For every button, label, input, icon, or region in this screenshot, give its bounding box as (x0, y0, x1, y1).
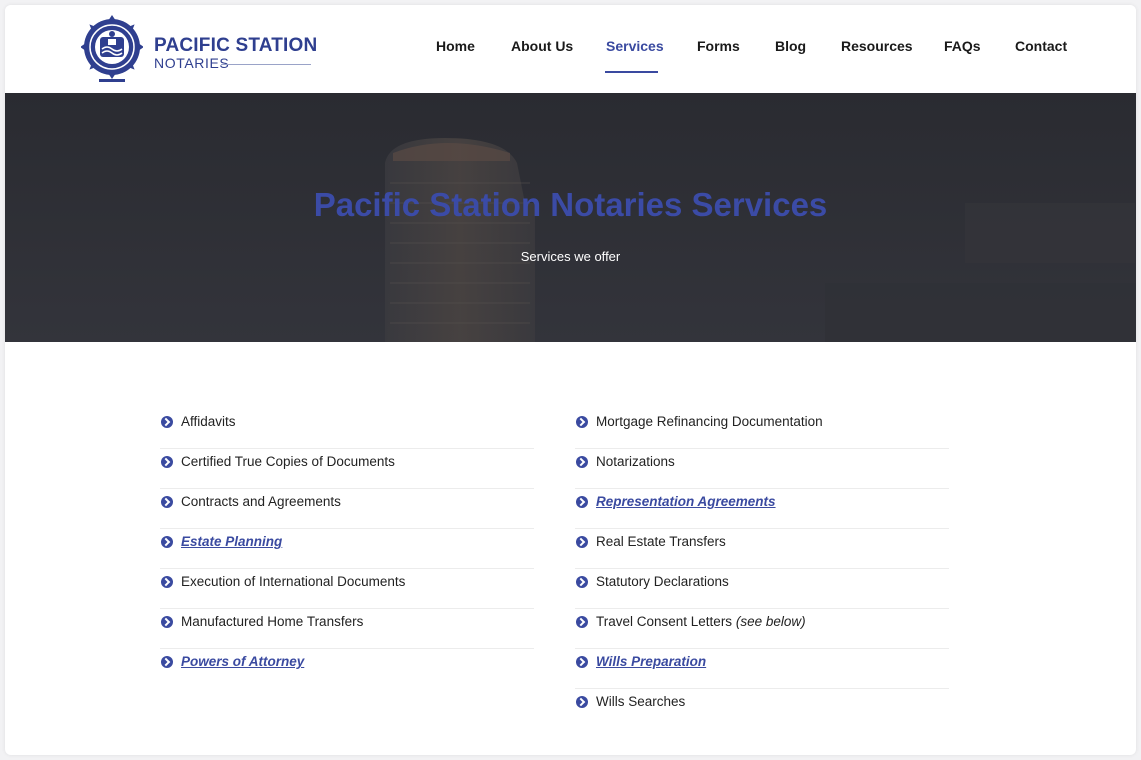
nav-services[interactable]: Services (606, 38, 664, 54)
representation-agreements-link[interactable]: Representation Agreements (596, 494, 776, 509)
list-item: Travel Consent Letters (see below) (575, 609, 949, 649)
page-card: PACIFIC STATION NOTARIES Home About Us S… (5, 5, 1136, 755)
chevron-right-circle-icon (161, 616, 173, 628)
estate-planning-link[interactable]: Estate Planning (181, 534, 282, 549)
service-label: Certified True Copies of Documents (181, 454, 395, 469)
service-label: Mortgage Refinancing Documentation (596, 414, 823, 429)
list-item: Contracts and Agreements (160, 489, 534, 529)
chevron-right-circle-icon (576, 576, 588, 588)
chevron-right-circle-icon (161, 536, 173, 548)
chevron-right-circle-icon (576, 456, 588, 468)
chevron-right-circle-icon (161, 576, 173, 588)
services-list-left: Affidavits Certified True Copies of Docu… (160, 409, 534, 689)
service-label: Manufactured Home Transfers (181, 614, 364, 629)
list-item: Affidavits (160, 409, 534, 449)
list-item: Powers of Attorney (160, 649, 534, 689)
service-label: Contracts and Agreements (181, 494, 341, 509)
chevron-right-circle-icon (576, 496, 588, 508)
chevron-right-circle-icon (576, 656, 588, 668)
active-nav-underline (605, 71, 658, 73)
chevron-right-circle-icon (161, 656, 173, 668)
list-item: Execution of International Documents (160, 569, 534, 609)
nav-home[interactable]: Home (436, 38, 475, 54)
list-item: Manufactured Home Transfers (160, 609, 534, 649)
nav-about-us[interactable]: About Us (511, 38, 573, 54)
powers-of-attorney-link[interactable]: Powers of Attorney (181, 654, 304, 669)
chevron-right-circle-icon (576, 536, 588, 548)
service-label: Notarizations (596, 454, 675, 469)
nav-resources[interactable]: Resources (841, 38, 913, 54)
chevron-right-circle-icon (576, 696, 588, 708)
list-item: Wills Searches (575, 689, 949, 729)
service-label: Wills Searches (596, 694, 686, 709)
nav-contact[interactable]: Contact (1015, 38, 1067, 54)
service-note: (see below) (735, 614, 806, 629)
nav-faqs[interactable]: FAQs (944, 38, 981, 54)
chevron-right-circle-icon (161, 416, 173, 428)
hero-banner: Pacific Station Notaries Services Servic… (5, 93, 1136, 342)
wills-preparation-link[interactable]: Wills Preparation (596, 654, 706, 669)
hero-subtitle: Services we offer (520, 249, 621, 264)
main-nav: Home About Us Services Forms Blog Resour… (5, 5, 1136, 93)
site-header: PACIFIC STATION NOTARIES Home About Us S… (5, 5, 1136, 93)
nav-forms[interactable]: Forms (697, 38, 740, 54)
service-label: Affidavits (181, 414, 236, 429)
list-item: Certified True Copies of Documents (160, 449, 534, 489)
services-list-right: Mortgage Refinancing Documentation Notar… (575, 409, 949, 729)
service-label: Statutory Declarations (596, 574, 729, 589)
list-item: Representation Agreements (575, 489, 949, 529)
service-label-with-note: Travel Consent Letters (see below) (596, 614, 806, 629)
chevron-right-circle-icon (161, 496, 173, 508)
chevron-right-circle-icon (576, 416, 588, 428)
list-item: Wills Preparation (575, 649, 949, 689)
list-item: Statutory Declarations (575, 569, 949, 609)
service-label: Real Estate Transfers (596, 534, 726, 549)
chevron-right-circle-icon (161, 456, 173, 468)
list-item: Notarizations (575, 449, 949, 489)
hero-title: Pacific Station Notaries Services (313, 186, 828, 223)
chevron-right-circle-icon (576, 616, 588, 628)
list-item: Mortgage Refinancing Documentation (575, 409, 949, 449)
nav-blog[interactable]: Blog (775, 38, 806, 54)
service-label: Travel Consent Letters (596, 614, 733, 629)
service-label: Execution of International Documents (181, 574, 406, 589)
list-item: Real Estate Transfers (575, 529, 949, 569)
list-item: Estate Planning (160, 529, 534, 569)
